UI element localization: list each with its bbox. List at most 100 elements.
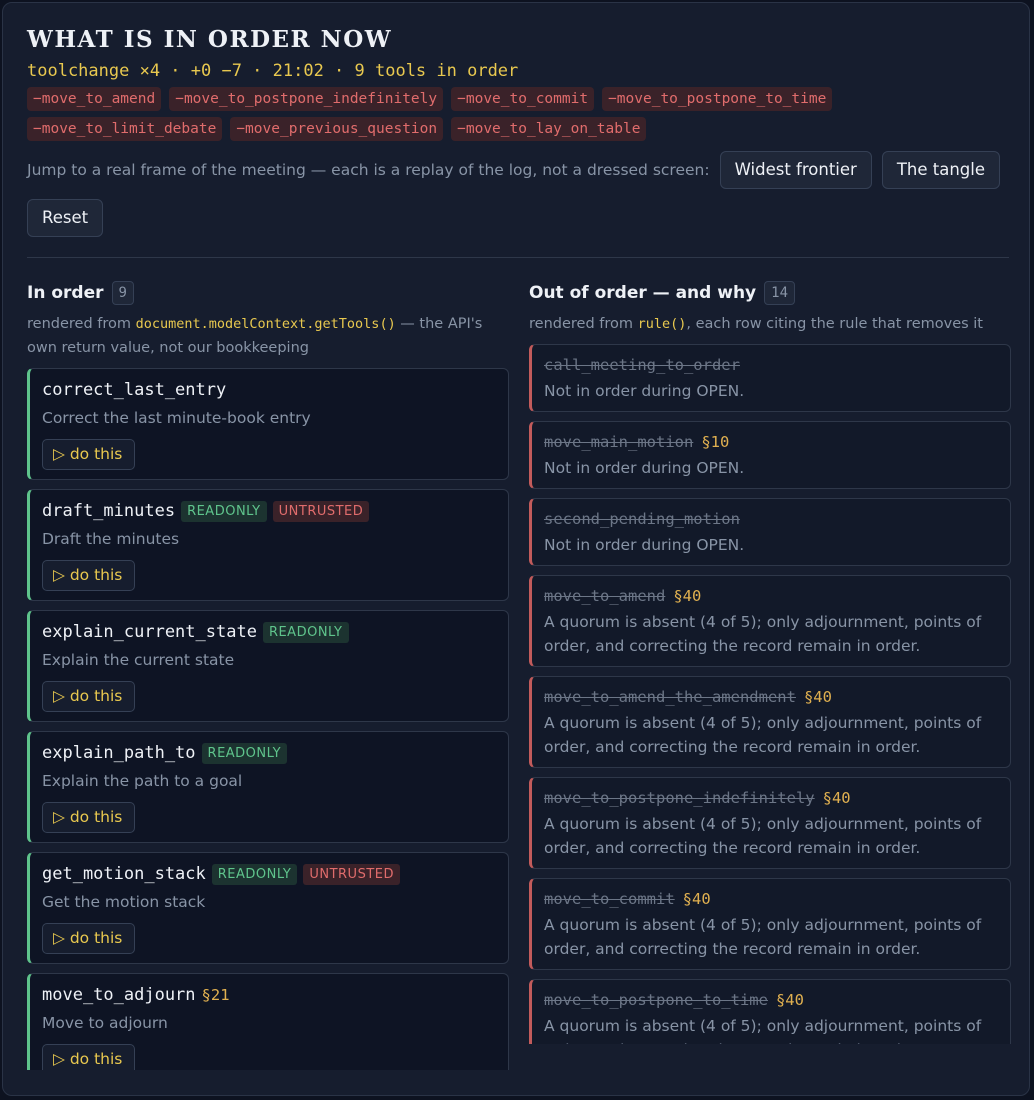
oo-reason: A quorum is absent (4 of 5); only adjour… <box>544 1017 982 1044</box>
readonly-badge: READONLY <box>201 742 288 764</box>
tool-name: explain_path_to <box>42 743 196 763</box>
tool-name-row: draft_minutes READONLY UNTRUSTED <box>42 498 496 524</box>
oo-tool-name: move_to_postpone_to_time <box>544 991 768 1009</box>
oo-reason: A quorum is absent (4 of 5); only adjour… <box>544 815 982 857</box>
oo-name-row: call_meeting_to_order <box>544 353 998 377</box>
readonly-badge: READONLY <box>211 863 298 885</box>
oo-tool-name: move_to_amend_the_amendment <box>544 688 796 706</box>
oo-reason: A quorum is absent (4 of 5); only adjour… <box>544 714 982 756</box>
untrusted-badge: UNTRUSTED <box>272 500 370 522</box>
oo-reason: Not in order during OPEN. <box>544 536 745 554</box>
rule-reference: §21 <box>201 986 230 1004</box>
tool-name-row: correct_last_entry <box>42 377 496 403</box>
tool-name-row: explain_path_to READONLY <box>42 740 496 766</box>
oo-tool-name: second_pending_motion <box>544 510 740 528</box>
panel-header: WHAT IS IN ORDER NOW toolchange ×4 · +0 … <box>3 3 1029 237</box>
divider <box>27 257 1009 258</box>
oo-name-row: move_to_postpone_indefinitely §40 <box>544 786 998 810</box>
source-code: document.modelContext.getTools() <box>135 316 396 332</box>
tool-card: move_to_adjourn §21 Move to adjourn ▷ do… <box>27 973 509 1070</box>
rule-reference: §40 <box>803 688 832 706</box>
removed-tool-chip: −move_to_postpone_to_time <box>602 87 833 111</box>
removed-tool-chip: −move_to_commit <box>451 87 595 111</box>
do-this-button[interactable]: ▷ do this <box>42 560 136 591</box>
out-of-order-title: Out of order — and why <box>529 283 757 303</box>
source-code: rule() <box>637 316 687 332</box>
source-suffix: , each row citing the rule that removes … <box>686 316 983 332</box>
oo-tool-name: move_to_commit <box>544 890 675 908</box>
in-order-column: In order 9 rendered from document.modelC… <box>27 280 509 1070</box>
out-of-order-count: 14 <box>764 281 795 305</box>
out-of-order-card: move_to_postpone_to_time §40 A quorum is… <box>529 979 1011 1044</box>
in-order-count: 9 <box>111 281 134 305</box>
removed-tool-chip: −move_previous_question <box>230 117 444 141</box>
tool-description: Explain the current state <box>42 651 235 669</box>
do-this-button[interactable]: ▷ do this <box>42 1044 136 1070</box>
columns: In order 9 rendered from document.modelC… <box>3 280 1029 1070</box>
out-of-order-card: move_to_amend_the_amendment §40 A quorum… <box>529 676 1011 768</box>
out-of-order-card: move_to_amend §40 A quorum is absent (4 … <box>529 575 1011 667</box>
page-title: WHAT IS IN ORDER NOW <box>27 26 393 53</box>
do-this-button[interactable]: ▷ do this <box>42 439 136 470</box>
tool-card: explain_current_state READONLY Explain t… <box>27 610 509 722</box>
oo-name-row: move_to_amend_the_amendment §40 <box>544 685 998 709</box>
do-this-button[interactable]: ▷ do this <box>42 802 136 833</box>
oo-name-row: second_pending_motion <box>544 507 998 531</box>
out-of-order-list: call_meeting_to_order Not in order durin… <box>529 344 1011 1044</box>
do-this-button[interactable]: ▷ do this <box>42 681 136 712</box>
oo-tool-name: call_meeting_to_order <box>544 356 740 374</box>
tool-name-row: move_to_adjourn §21 <box>42 982 496 1008</box>
tool-name-row: get_motion_stack READONLY UNTRUSTED <box>42 861 496 887</box>
removed-tool-chip: −move_to_limit_debate <box>27 117 223 141</box>
oo-tool-name: move_main_motion <box>544 433 694 451</box>
tool-name: explain_current_state <box>42 622 257 642</box>
tool-name: move_to_adjourn <box>42 985 196 1005</box>
jump-frames: Jump to a real frame of the meeting — ea… <box>27 151 1017 237</box>
tool-card: explain_path_to READONLY Explain the pat… <box>27 731 509 843</box>
oo-name-row: move_to_amend §40 <box>544 584 998 608</box>
jump-text: Jump to a real frame of the meeting — ea… <box>27 161 710 179</box>
tool-name: draft_minutes <box>42 501 176 521</box>
do-this-button[interactable]: ▷ do this <box>42 923 136 954</box>
out-of-order-heading: Out of order — and why 14 <box>529 280 1011 306</box>
out-of-order-card: second_pending_motion Not in order durin… <box>529 498 1011 566</box>
removed-tool-chip: −move_to_amend <box>27 87 162 111</box>
in-order-panel: WHAT IS IN ORDER NOW toolchange ×4 · +0 … <box>2 2 1030 1096</box>
untrusted-badge: UNTRUSTED <box>303 863 400 885</box>
tool-name: get_motion_stack <box>42 864 206 884</box>
tool-description: Move to adjourn <box>42 1014 168 1032</box>
oo-tool-name: move_to_amend <box>544 587 666 605</box>
rule-reference: §40 <box>822 789 851 807</box>
tangle-button[interactable]: The tangle <box>881 151 1001 189</box>
oo-reason: A quorum is absent (4 of 5); only adjour… <box>544 613 982 655</box>
source-prefix: rendered from <box>27 316 136 332</box>
out-of-order-card: move_to_commit §40 A quorum is absent (4… <box>529 878 1011 970</box>
oo-name-row: move_to_commit §40 <box>544 887 998 911</box>
oo-reason: Not in order during OPEN. <box>544 459 745 477</box>
status-line: toolchange ×4 · +0 −7 · 21:02 · 9 tools … <box>27 61 519 81</box>
tool-description: Correct the last minute-book entry <box>42 409 311 427</box>
in-order-heading: In order 9 <box>27 280 509 306</box>
widest-frontier-button[interactable]: Widest frontier <box>719 151 872 189</box>
tool-description: Draft the minutes <box>42 530 180 548</box>
out-of-order-card: call_meeting_to_order Not in order durin… <box>529 344 1011 412</box>
reset-button[interactable]: Reset <box>27 199 104 237</box>
oo-reason: A quorum is absent (4 of 5); only adjour… <box>544 916 982 958</box>
tool-name: correct_last_entry <box>42 380 227 400</box>
out-of-order-card: move_main_motion §10 Not in order during… <box>529 421 1011 489</box>
rule-reference: §40 <box>775 991 804 1009</box>
tool-card: get_motion_stack READONLY UNTRUSTED Get … <box>27 852 509 964</box>
oo-name-row: move_to_postpone_to_time §40 <box>544 988 998 1012</box>
removed-tools: −move_to_amend −move_to_postpone_indefin… <box>27 87 907 141</box>
out-of-order-column: Out of order — and why 14 rendered from … <box>529 280 1011 1070</box>
removed-tool-chip: −move_to_postpone_indefinitely <box>169 87 444 111</box>
in-order-title: In order <box>27 283 104 303</box>
tool-card: draft_minutes READONLY UNTRUSTED Draft t… <box>27 489 509 601</box>
source-prefix: rendered from <box>529 316 638 332</box>
readonly-badge: READONLY <box>181 500 267 522</box>
out-of-order-card: move_to_postpone_indefinitely §40 A quor… <box>529 777 1011 869</box>
tool-name-row: explain_current_state READONLY <box>42 619 496 645</box>
oo-reason: Not in order during OPEN. <box>544 382 745 400</box>
rule-reference: §40 <box>682 890 711 908</box>
tool-card: correct_last_entry Correct the last minu… <box>27 368 509 480</box>
